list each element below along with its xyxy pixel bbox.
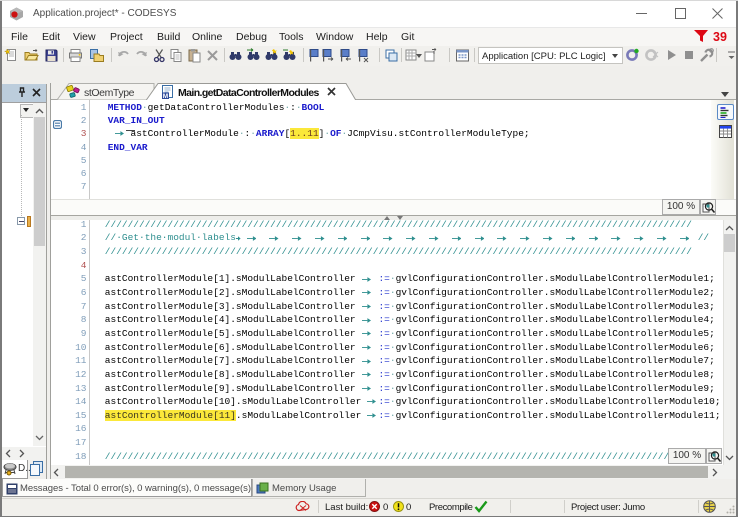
svg-text:M: M [163, 93, 168, 99]
